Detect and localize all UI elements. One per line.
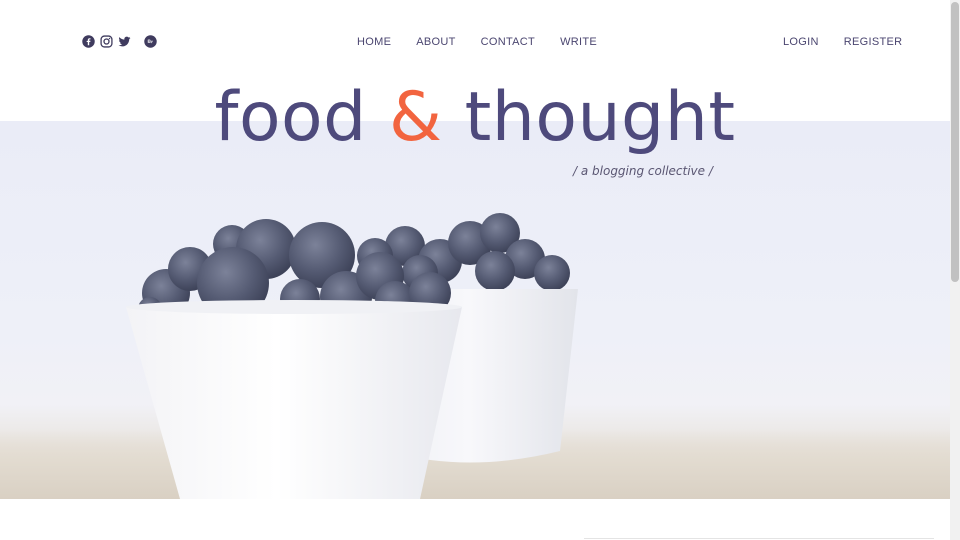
nav-home[interactable]: HOME [357, 35, 391, 49]
nav-register[interactable]: REGISTER [844, 35, 903, 49]
page-scrollbar[interactable] [950, 0, 960, 540]
blueberry-bowls-illustration [126, 213, 578, 499]
account-nav: LOGIN REGISTER [783, 35, 902, 49]
bereal-icon[interactable] [144, 35, 157, 48]
main-nav: HOME ABOUT CONTACT WRITE [357, 35, 597, 49]
tagline: / a blogging collective / [573, 164, 713, 178]
hero-image [0, 121, 950, 499]
title-food: food [214, 78, 389, 157]
instagram-icon[interactable] [100, 35, 113, 48]
facebook-icon[interactable] [82, 35, 95, 48]
top-navigation: HOME ABOUT CONTACT WRITE LOGIN REGISTER [0, 0, 950, 84]
front-bowl [126, 307, 462, 499]
title-ampersand: & [388, 78, 443, 157]
social-links [82, 35, 157, 48]
twitter-icon[interactable] [118, 35, 131, 48]
scrollbar-thumb[interactable] [951, 2, 959, 282]
nav-about[interactable]: ABOUT [416, 35, 455, 49]
content-divider [584, 538, 934, 539]
nav-write[interactable]: WRITE [560, 35, 597, 49]
site-title: food & thought [0, 76, 950, 160]
title-thought: thought [442, 78, 736, 157]
nav-contact[interactable]: CONTACT [481, 35, 535, 49]
nav-login[interactable]: LOGIN [783, 35, 819, 49]
